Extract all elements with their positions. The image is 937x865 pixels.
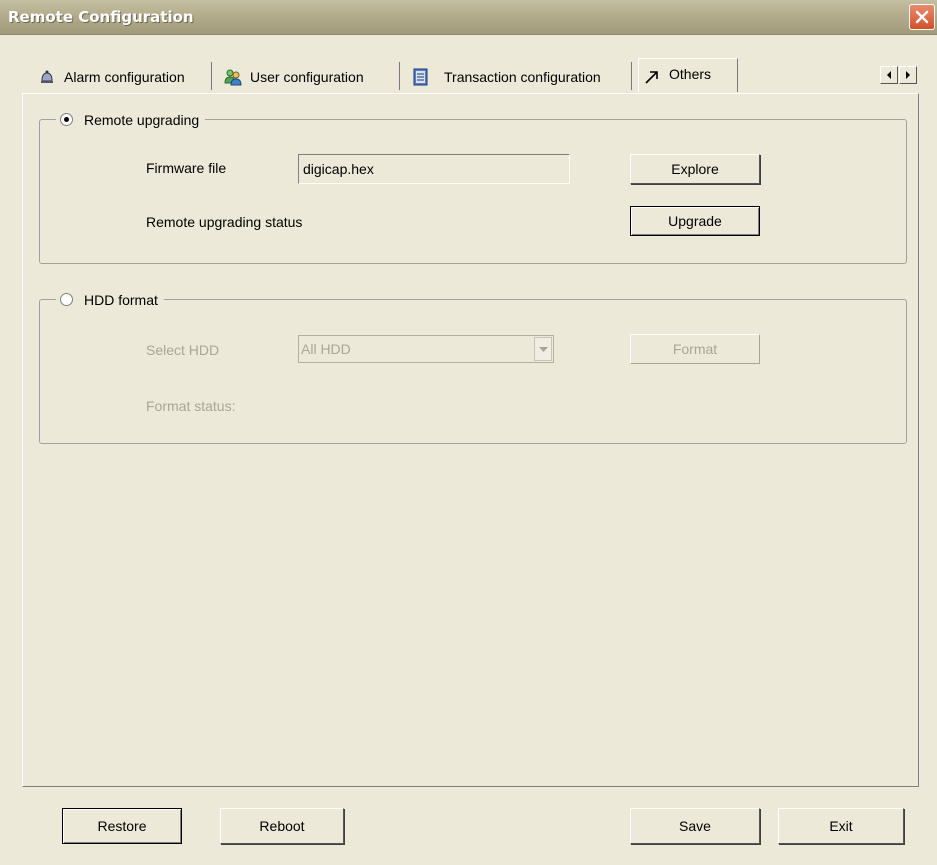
- hdd-format-label: HDD format: [84, 292, 158, 308]
- window-title: Remote Configuration: [8, 8, 194, 26]
- tab-scroll-left-button[interactable]: [880, 66, 898, 84]
- scroll-right-icon: [906, 71, 910, 79]
- tab-label: Transaction configuration: [444, 69, 601, 85]
- remote-upgrading-radio[interactable]: Remote upgrading: [56, 110, 206, 130]
- reboot-button[interactable]: Reboot: [220, 808, 344, 844]
- select-hdd-value: All HDD: [301, 341, 351, 357]
- format-status-label: Format status:: [146, 398, 236, 414]
- ledger-icon: [413, 68, 428, 86]
- radio-icon: [60, 293, 73, 306]
- close-icon: [915, 10, 929, 24]
- tab-scroll-right-button[interactable]: [899, 66, 917, 84]
- remote-upgrading-group: Remote upgrading Firmware file digicap.h…: [39, 110, 907, 264]
- restore-button[interactable]: Restore: [62, 808, 182, 844]
- upgrade-button[interactable]: Upgrade: [630, 206, 760, 236]
- format-button[interactable]: Format: [630, 334, 760, 364]
- tab-scroll-buttons: [880, 66, 920, 84]
- arrow-icon: [645, 71, 658, 84]
- tab-strip: Alarm configuration User configuration T…: [34, 58, 738, 92]
- hdd-format-group: HDD format Select HDD All HDD Format For…: [39, 290, 907, 444]
- firmware-file-label: Firmware file: [146, 160, 227, 176]
- tab-label: Others: [669, 66, 712, 82]
- hdd-format-radio[interactable]: HDD format: [56, 290, 164, 310]
- scroll-left-icon: [887, 71, 891, 79]
- remote-upgrading-label: Remote upgrading: [84, 112, 200, 128]
- exit-button[interactable]: Exit: [778, 808, 904, 844]
- tab-label: Alarm configuration: [64, 69, 185, 85]
- tab-alarm-configuration[interactable]: Alarm configuration: [34, 62, 212, 90]
- title-bar[interactable]: Remote Configuration: [0, 0, 937, 35]
- radio-icon: [60, 113, 73, 126]
- close-button[interactable]: [909, 4, 935, 30]
- select-hdd-label: Select HDD: [146, 342, 220, 358]
- bell-icon: [41, 70, 53, 83]
- firmware-file-field[interactable]: digicap.hex: [298, 154, 570, 184]
- others-tab-panel: Remote upgrading Firmware file digicap.h…: [22, 93, 919, 787]
- select-hdd-dropdown[interactable]: All HDD: [298, 335, 554, 363]
- tab-label: User configuration: [250, 69, 364, 85]
- save-button[interactable]: Save: [630, 808, 760, 844]
- chevron-down-icon: [534, 337, 552, 361]
- explore-button[interactable]: Explore: [630, 154, 760, 184]
- tab-transaction-configuration[interactable]: Transaction configuration: [408, 62, 632, 90]
- users-icon: [224, 69, 242, 86]
- tab-others[interactable]: Others: [638, 58, 738, 92]
- tab-user-configuration[interactable]: User configuration: [220, 62, 400, 90]
- remote-upgrading-status-label: Remote upgrading status: [146, 214, 303, 230]
